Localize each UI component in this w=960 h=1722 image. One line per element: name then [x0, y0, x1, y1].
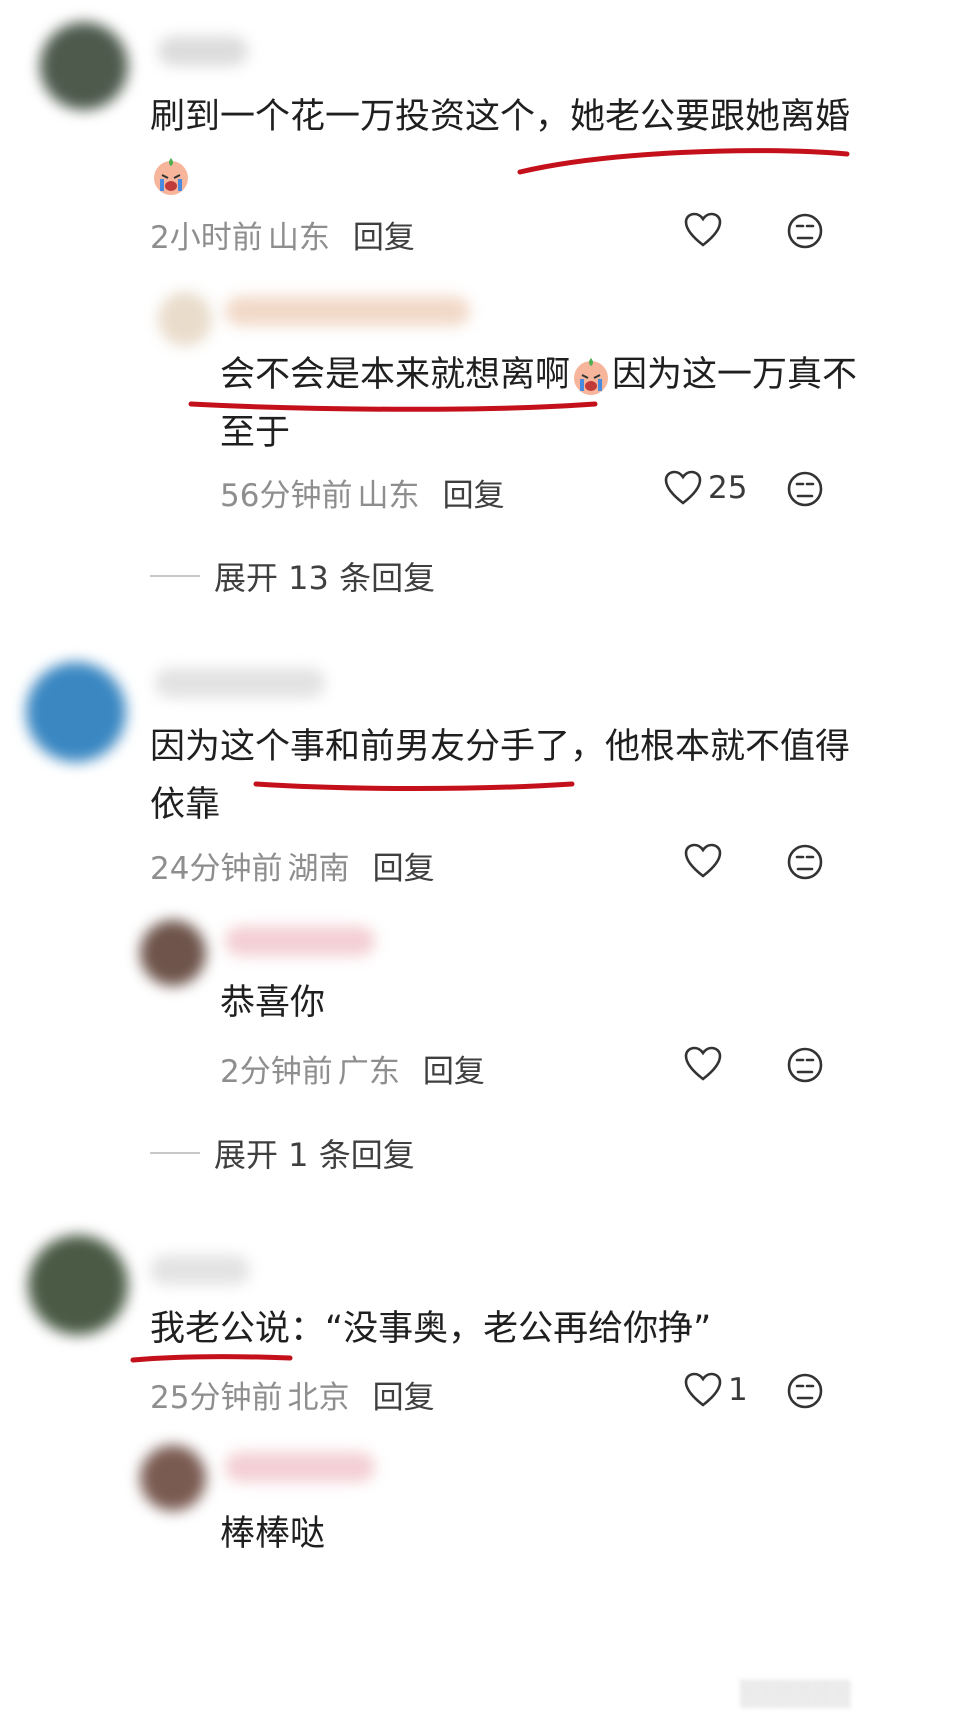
comment-meta: 24分钟前 湖南 回复 [150, 851, 435, 887]
username[interactable] [155, 668, 325, 698]
reply-button[interactable]: 回复 [443, 478, 505, 514]
reply-button[interactable]: 回复 [353, 220, 415, 256]
meh-face-icon[interactable] [786, 1372, 824, 1414]
like-button[interactable] [684, 1046, 728, 1082]
comment-text: 我老公说：“没事奥，老公再给你挣” [150, 1309, 712, 1349]
username[interactable] [225, 926, 375, 956]
username[interactable] [225, 1452, 375, 1482]
heart-icon [684, 843, 722, 878]
reply-button[interactable]: 回复 [373, 1380, 435, 1416]
reply-text: 恭喜你 [220, 983, 326, 1023]
meh-face-icon[interactable] [786, 470, 824, 512]
heart-icon [684, 1372, 722, 1407]
like-button[interactable]: 25 [664, 470, 747, 506]
reply-meta: 56分钟前 山东 回复 [220, 478, 505, 514]
heart-icon [684, 212, 722, 247]
comment-meta: 2小时前 山东 回复 [150, 220, 415, 256]
username[interactable] [150, 1255, 250, 1285]
username[interactable] [225, 296, 470, 326]
expand-replies-button[interactable]: 展开 1 条回复 [150, 1130, 415, 1176]
like-button[interactable] [684, 843, 728, 879]
comment-meta: 25分钟前 北京 回复 [150, 1380, 435, 1416]
avatar[interactable] [28, 1235, 128, 1335]
crying-emoji-icon [150, 155, 192, 197]
username[interactable] [158, 36, 248, 66]
avatar[interactable] [140, 920, 206, 986]
reply-text: 会不会是本来就想离啊 因为这一万真不 至于 [220, 355, 858, 453]
crying-emoji-icon [570, 355, 612, 397]
avatar[interactable] [26, 662, 126, 762]
meh-face-icon[interactable] [786, 1046, 824, 1088]
divider [150, 575, 200, 577]
comment-text: 因为这个事和前男友分手了，他根本就不值得 依靠 [150, 727, 851, 825]
heart-icon [664, 470, 702, 505]
reply-text: 棒棒哒 [220, 1514, 326, 1554]
reply-button[interactable]: 回复 [373, 851, 435, 887]
like-button[interactable] [684, 212, 728, 248]
meh-face-icon[interactable] [786, 843, 824, 885]
meh-face-icon[interactable] [786, 212, 824, 254]
heart-icon [684, 1046, 722, 1081]
avatar[interactable] [40, 22, 128, 110]
watermark: ▒▒▒▒▒▒ [740, 1680, 851, 1708]
avatar[interactable] [140, 1445, 206, 1511]
expand-replies-button[interactable]: 展开 13 条回复 [150, 553, 435, 599]
avatar[interactable] [158, 292, 212, 346]
reply-meta: 2分钟前 广东 回复 [220, 1054, 485, 1090]
comment-text: 刷到一个花一万投资这个，她老公要跟她离婚 [150, 88, 910, 204]
like-button[interactable]: 1 [684, 1372, 748, 1408]
reply-button[interactable]: 回复 [423, 1054, 485, 1090]
divider [150, 1152, 200, 1154]
